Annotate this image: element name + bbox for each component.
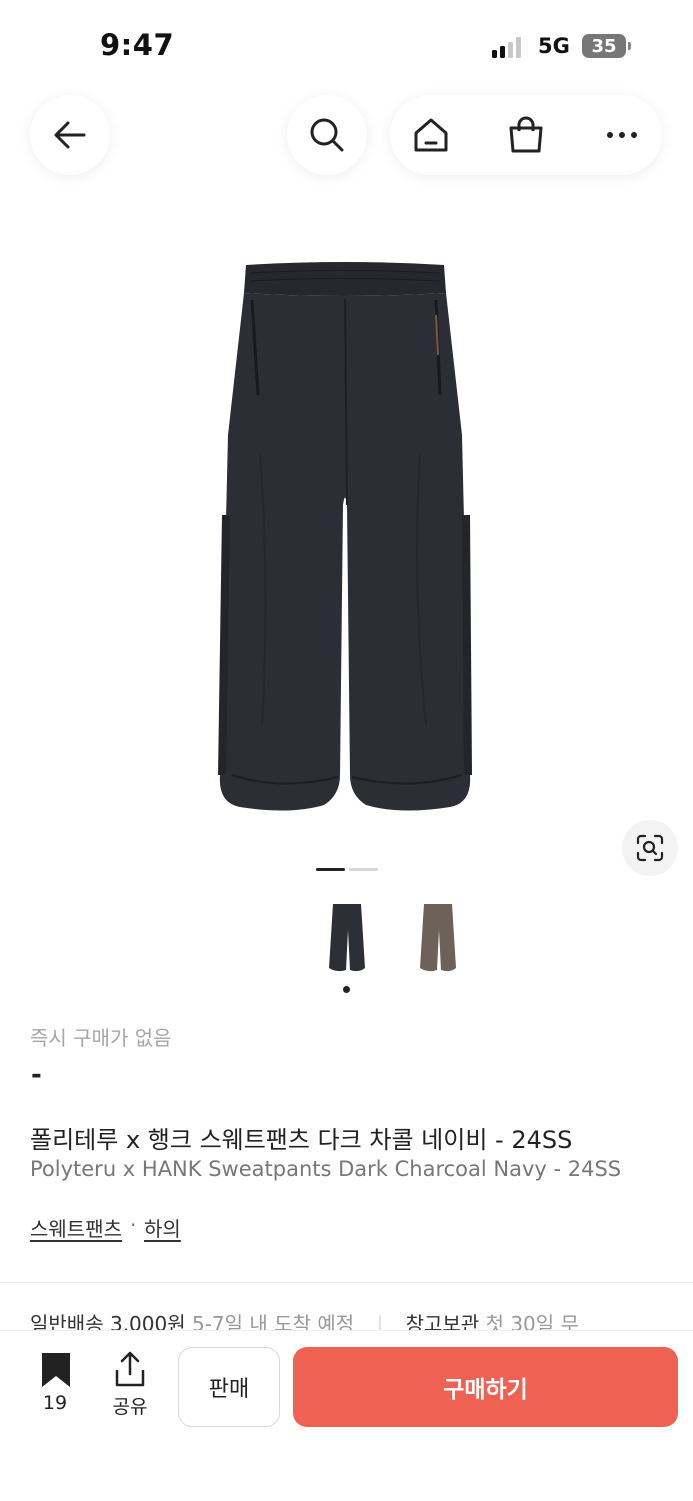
category-separator: · bbox=[130, 1213, 137, 1237]
product-title-en: Polyteru x HANK Sweatpants Dark Charcoal… bbox=[30, 1157, 622, 1181]
battery-icon: 35 bbox=[582, 34, 626, 58]
divider bbox=[0, 1282, 693, 1283]
search-button[interactable] bbox=[287, 95, 367, 175]
share-label: 공유 bbox=[112, 1396, 148, 1418]
thumbnail-dark-charcoal-navy[interactable] bbox=[325, 900, 369, 976]
home-button[interactable] bbox=[408, 112, 454, 158]
pager-indicator bbox=[349, 868, 378, 871]
no-instant-buy-label: 즉시 구매가 없음 bbox=[30, 1026, 172, 1050]
back-button[interactable] bbox=[30, 95, 110, 175]
pager-indicator-active bbox=[316, 868, 345, 871]
more-button[interactable] bbox=[599, 112, 645, 158]
more-horizontal-icon bbox=[607, 132, 637, 138]
thumbnail-selected-dot bbox=[343, 986, 350, 993]
product-image[interactable] bbox=[200, 255, 490, 825]
cell-signal-icon bbox=[492, 36, 522, 58]
search-icon bbox=[310, 118, 344, 152]
buy-button[interactable]: 구매하기 bbox=[293, 1347, 678, 1427]
category-link-sweatpants[interactable]: 스웨트팬츠 bbox=[30, 1213, 122, 1242]
battery-tip bbox=[628, 42, 631, 50]
lens-search-button[interactable] bbox=[622, 820, 678, 876]
status-time: 9:47 bbox=[100, 28, 175, 62]
arrow-left-icon bbox=[54, 121, 86, 149]
bookmark-count: 19 bbox=[42, 1392, 68, 1414]
lens-search-icon bbox=[636, 834, 664, 862]
network-type: 5G bbox=[538, 34, 570, 58]
share-icon[interactable] bbox=[113, 1350, 147, 1388]
thumbnail-brown[interactable] bbox=[416, 900, 460, 976]
bookmark-icon[interactable] bbox=[40, 1352, 72, 1388]
product-title-ko: 폴리테루 x 행크 스웨트팬츠 다크 차콜 네이비 - 24SS bbox=[30, 1126, 573, 1154]
category-link-bottoms[interactable]: 하의 bbox=[144, 1213, 181, 1242]
shopping-bag-icon bbox=[509, 116, 543, 153]
home-icon bbox=[414, 118, 448, 152]
cart-button[interactable] bbox=[503, 112, 549, 158]
sell-button[interactable]: 판매 bbox=[178, 1347, 280, 1427]
nav-actions-pill bbox=[390, 95, 662, 175]
price: - bbox=[31, 1060, 42, 1090]
